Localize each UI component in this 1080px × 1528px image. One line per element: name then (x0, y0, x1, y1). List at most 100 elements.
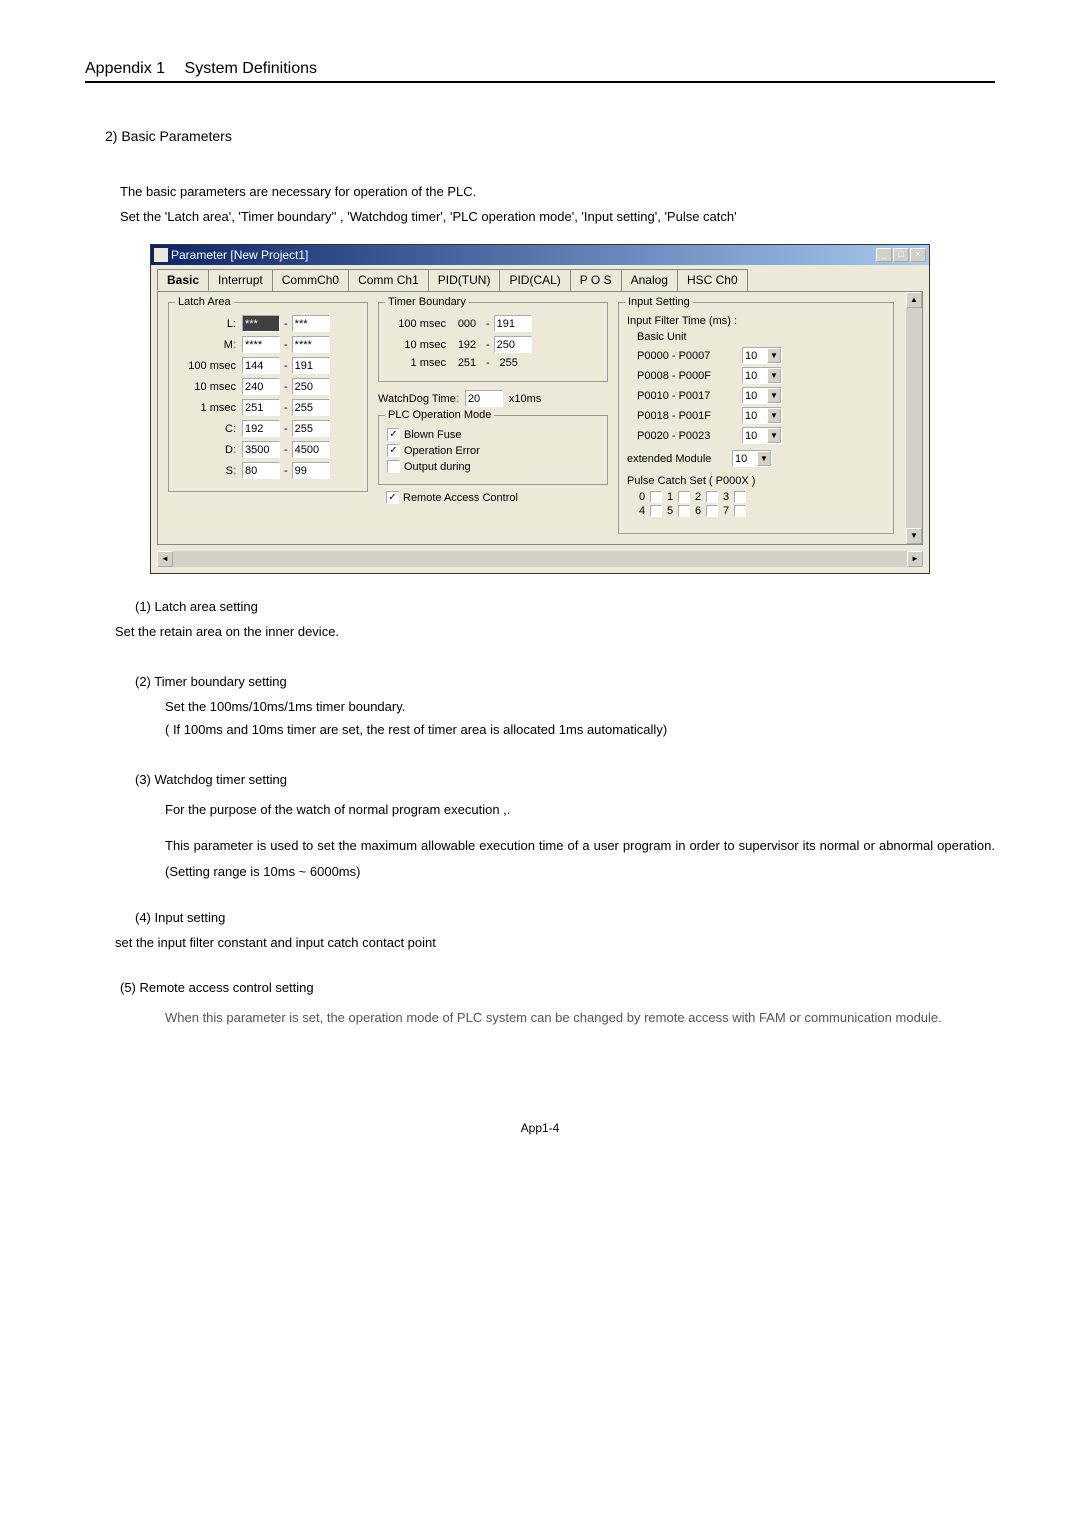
tab-pidtun[interactable]: PID(TUN) (428, 269, 501, 291)
input-range-label: P0000 - P0007 (637, 350, 742, 362)
plc-mode-group: PLC Operation Mode Blown Fuse Operation … (378, 415, 608, 485)
latch-row: D: - (177, 441, 359, 458)
dropdown-arrow-icon: ▼ (767, 348, 781, 363)
input-filter-dropdown[interactable]: 10 ▼ (742, 427, 782, 444)
latch-to-input[interactable] (292, 336, 330, 353)
remote-access-checkbox[interactable] (386, 491, 399, 504)
latch-from-input[interactable] (242, 357, 280, 374)
plc-mode-checkbox[interactable] (387, 460, 400, 473)
pulse-checkbox[interactable] (678, 491, 690, 503)
scroll-right-icon[interactable]: ► (907, 551, 923, 567)
plc-mode-checkbox[interactable] (387, 444, 400, 457)
latch-to-input[interactable] (292, 420, 330, 437)
close-button[interactable]: × (910, 248, 926, 262)
watchdog-para-a: For the purpose of the watch of normal p… (165, 797, 995, 823)
latch-from-input[interactable] (242, 462, 280, 479)
timer-to-input[interactable] (494, 315, 532, 332)
latch-to-input[interactable] (292, 315, 330, 332)
dropdown-arrow-icon: ▼ (767, 388, 781, 403)
latch-from-input[interactable] (242, 399, 280, 416)
latch-to-input[interactable] (292, 441, 330, 458)
input-range-label: P0020 - P0023 (637, 430, 742, 442)
page-footer: App1-4 (85, 1121, 995, 1135)
latch-heading: (1) Latch area setting (135, 599, 995, 614)
latch-row: 1 msec - (177, 399, 359, 416)
pulse-num-label: 4 (637, 505, 647, 517)
latch-to-input[interactable] (292, 399, 330, 416)
tab-pos[interactable]: P O S (570, 269, 622, 291)
timer-row-label: 100 msec (387, 318, 452, 330)
timer-from-static: 192 (452, 339, 482, 351)
pulse-checkbox[interactable] (650, 505, 662, 517)
timer-boundary-group: Timer Boundary 100 msec 000 - 10 msec 19… (378, 302, 608, 382)
watchdog-unit: x10ms (509, 393, 541, 405)
plc-mode-title: PLC Operation Mode (385, 409, 494, 421)
watchdog-para-b: This parameter is used to set the maximu… (165, 833, 995, 885)
latch-row-label: 10 msec (177, 381, 242, 393)
pulse-checkbox[interactable] (734, 505, 746, 517)
latch-from-input[interactable] (242, 336, 280, 353)
tab-commch1[interactable]: Comm Ch1 (348, 269, 429, 291)
pulse-num-label: 5 (665, 505, 675, 517)
input-range-label: P0008 - P000F (637, 370, 742, 382)
input-filter-dropdown[interactable]: 10 ▼ (742, 387, 782, 404)
tab-commch0[interactable]: CommCh0 (272, 269, 349, 291)
header-title: System Definitions (185, 60, 318, 77)
pulse-num-label: 2 (693, 491, 703, 503)
latch-from-input[interactable] (242, 315, 280, 332)
remote-access-row: Remote Access Control (386, 491, 608, 504)
maximize-button[interactable]: □ (893, 248, 909, 262)
input-filter-row: P0010 - P0017 10 ▼ (627, 387, 885, 404)
latch-from-input[interactable] (242, 420, 280, 437)
plc-mode-label: Operation Error (404, 445, 480, 457)
timer-to-static: 255 (494, 357, 524, 369)
input-range-label: P0010 - P0017 (637, 390, 742, 402)
plc-mode-checkbox[interactable] (387, 428, 400, 441)
horizontal-scrollbar[interactable]: ◄ ► (157, 551, 923, 567)
pulse-checkbox[interactable] (706, 491, 718, 503)
latch-area-group: Latch Area L: - M: - 100 msec - 10 msec … (168, 302, 368, 492)
scroll-left-icon[interactable]: ◄ (157, 551, 173, 567)
extended-module-row: extended Module 10 ▼ (627, 450, 885, 467)
input-filter-dropdown[interactable]: 10 ▼ (742, 367, 782, 384)
scroll-up-icon[interactable]: ▲ (906, 292, 922, 308)
section-title: 2) Basic Parameters (105, 128, 995, 144)
timer-from-static: 000 (452, 318, 482, 330)
pulse-num-label: 6 (693, 505, 703, 517)
dropdown-arrow-icon: ▼ (767, 408, 781, 423)
tab-hscch0[interactable]: HSC Ch0 (677, 269, 748, 291)
watchdog-input[interactable] (465, 390, 503, 407)
pulse-checkbox[interactable] (734, 491, 746, 503)
pulse-checkbox[interactable] (706, 505, 718, 517)
ext-module-dropdown[interactable]: 10 ▼ (732, 450, 772, 467)
dropdown-arrow-icon: ▼ (767, 428, 781, 443)
timer-row: 100 msec 000 - (387, 315, 599, 332)
timer-to-input[interactable] (494, 336, 532, 353)
pulse-catch-row: 4 5 6 7 (637, 505, 885, 517)
scroll-down-icon[interactable]: ▼ (906, 528, 922, 544)
latch-to-input[interactable] (292, 378, 330, 395)
pulse-checkbox[interactable] (650, 491, 662, 503)
dropdown-arrow-icon: ▼ (767, 368, 781, 383)
latch-row: C: - (177, 420, 359, 437)
minimize-button[interactable]: _ (876, 248, 892, 262)
input-filter-dropdown[interactable]: 10 ▼ (742, 407, 782, 424)
watchdog-label: WatchDog Time: (378, 393, 459, 405)
latch-from-input[interactable] (242, 441, 280, 458)
input-filter-row: P0000 - P0007 10 ▼ (627, 347, 885, 364)
input-filter-dropdown[interactable]: 10 ▼ (742, 347, 782, 364)
tab-analog[interactable]: Analog (621, 269, 678, 291)
latch-from-input[interactable] (242, 378, 280, 395)
latch-to-input[interactable] (292, 357, 330, 374)
latch-area-title: Latch Area (175, 296, 234, 308)
latch-to-input[interactable] (292, 462, 330, 479)
tab-pidcal[interactable]: PID(CAL) (499, 269, 570, 291)
pulse-checkbox[interactable] (678, 505, 690, 517)
pulse-num-label: 0 (637, 491, 647, 503)
tab-interrupt[interactable]: Interrupt (208, 269, 273, 291)
tab-basic[interactable]: Basic (157, 269, 209, 291)
latch-row-label: M: (177, 339, 242, 351)
timer-boundary-title: Timer Boundary (385, 296, 469, 308)
pulse-num-label: 7 (721, 505, 731, 517)
vertical-scrollbar[interactable]: ▲ ▼ (906, 292, 922, 544)
